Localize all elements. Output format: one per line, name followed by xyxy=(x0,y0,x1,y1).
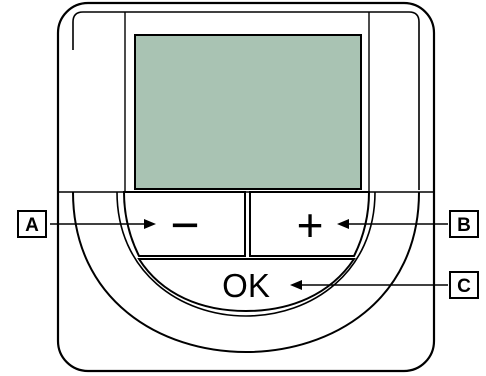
thermostat-diagram: − + OK A B C xyxy=(17,1,479,373)
callout-label-c: C xyxy=(457,276,471,297)
callout-box-c: C xyxy=(449,271,479,299)
plus-button-label: + xyxy=(297,199,324,251)
ok-button-label: OK xyxy=(222,267,270,304)
callout-box-b: B xyxy=(449,210,479,238)
callout-label-a: A xyxy=(25,215,39,236)
callout-label-b: B xyxy=(457,215,471,236)
minus-button-label: − xyxy=(170,197,199,253)
callout-box-a: A xyxy=(17,210,47,238)
lcd-screen xyxy=(134,34,362,190)
